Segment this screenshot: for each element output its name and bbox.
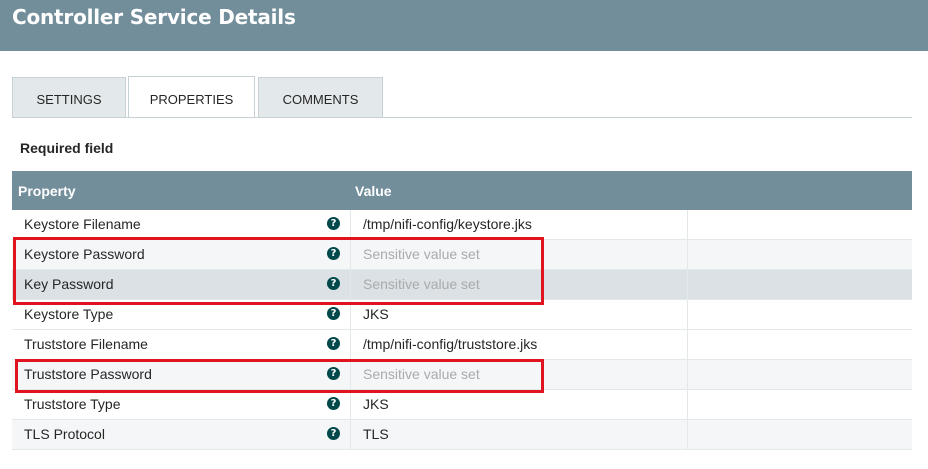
property-value[interactable]: TLS [363,426,389,442]
help-icon[interactable]: ? [327,217,340,230]
column-header-value[interactable]: Value [355,183,392,199]
table-row[interactable]: Keystore Password ? Sensitive value set [12,240,912,270]
column-divider [350,330,351,360]
column-divider [687,270,688,300]
property-name: Truststore Type [24,396,121,412]
table-row[interactable]: Truststore Filename ? /tmp/nifi-config/t… [12,330,912,360]
table-row[interactable]: Truststore Type ? JKS [12,390,912,420]
column-divider [350,240,351,270]
property-name: Keystore Password [24,246,145,262]
help-icon[interactable]: ? [327,427,340,440]
column-divider [350,360,351,390]
table-row[interactable]: Keystore Type ? JKS [12,300,912,330]
property-value[interactable]: /tmp/nifi-config/keystore.jks [363,216,532,232]
table-row[interactable]: Key Password ? Sensitive value set [12,270,912,300]
column-header-property[interactable]: Property [18,183,76,199]
column-divider [350,390,351,420]
required-field-label: Required field [20,140,114,156]
property-value[interactable]: Sensitive value set [363,276,480,292]
property-name: Truststore Password [24,366,152,382]
help-icon[interactable]: ? [327,337,340,350]
tab-divider [12,117,912,118]
property-name: TLS Protocol [24,426,105,442]
dialog-title: Controller Service Details [12,5,296,29]
column-divider [687,240,688,270]
help-icon[interactable]: ? [327,367,340,380]
column-divider [350,420,351,450]
table-row[interactable]: Keystore Filename ? /tmp/nifi-config/key… [12,210,912,240]
help-icon[interactable]: ? [327,397,340,410]
column-divider [687,390,688,420]
column-divider [350,270,351,300]
help-icon[interactable]: ? [327,307,340,320]
property-name: Keystore Filename [24,216,141,232]
column-divider [350,300,351,330]
tab-settings[interactable]: SETTINGS [12,77,126,117]
property-value[interactable]: JKS [363,396,389,412]
column-divider [687,360,688,390]
column-divider [687,300,688,330]
help-icon[interactable]: ? [327,277,340,290]
column-divider [687,210,688,240]
property-value[interactable]: Sensitive value set [363,366,480,382]
properties-table: Property Value Keystore Filename ? /tmp/… [12,171,912,450]
property-name: Truststore Filename [24,336,148,352]
property-value[interactable]: Sensitive value set [363,246,480,262]
property-value[interactable]: /tmp/nifi-config/truststore.jks [363,336,537,352]
table-row[interactable]: TLS Protocol ? TLS [12,420,912,450]
column-divider [687,420,688,450]
table-header: Property Value [12,171,912,210]
property-value[interactable]: JKS [363,306,389,322]
tab-comments[interactable]: COMMENTS [258,77,383,117]
table-row[interactable]: Truststore Password ? Sensitive value se… [12,360,912,390]
column-divider [687,330,688,360]
property-name: Key Password [24,276,114,292]
tab-properties[interactable]: PROPERTIES [128,76,255,118]
column-divider [350,210,351,240]
dialog-header: Controller Service Details [0,0,928,51]
property-name: Keystore Type [24,306,114,322]
help-icon[interactable]: ? [327,247,340,260]
